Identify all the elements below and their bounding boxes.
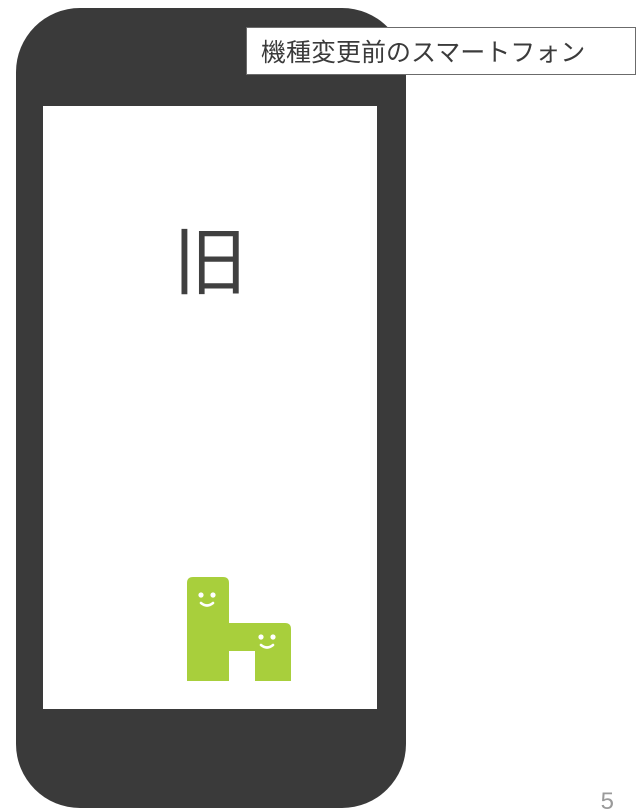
old-label: 旧 bbox=[173, 220, 247, 306]
green-h-mascot-icon bbox=[181, 573, 295, 685]
old-phone-illustration: 旧 bbox=[16, 8, 406, 808]
phone-screen: 旧 bbox=[43, 106, 377, 709]
caption-box: 機種変更前のスマートフォン bbox=[246, 27, 636, 75]
page-number: 5 bbox=[600, 788, 614, 810]
